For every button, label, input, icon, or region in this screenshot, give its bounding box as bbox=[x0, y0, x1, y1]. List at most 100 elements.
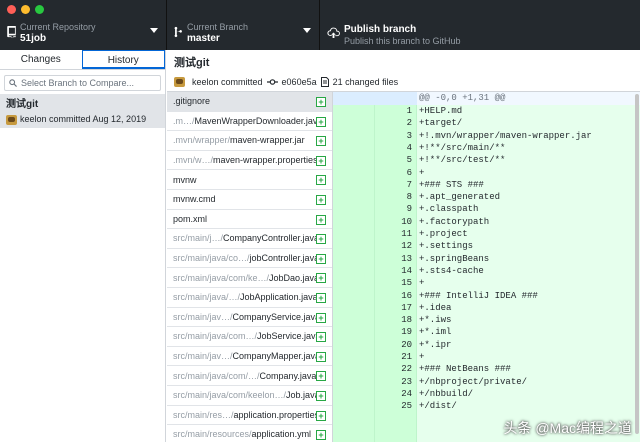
diff-line-text: +/dist/ bbox=[419, 401, 457, 412]
repo-name: 51job bbox=[20, 33, 47, 44]
diff-line[interactable]: 4 +!**/src/main/** bbox=[333, 143, 640, 155]
file-name: MavenWrapperDownloader.java bbox=[194, 115, 323, 126]
diff-line-text: +*.iml bbox=[419, 327, 452, 338]
diff-line[interactable]: 14 +.sts4-cache bbox=[333, 266, 640, 278]
changed-files-count: 21 changed files bbox=[332, 77, 399, 87]
file-name: maven-wrapper.properties bbox=[213, 155, 318, 166]
file-name: CompanyMapper.java bbox=[232, 351, 321, 362]
diff-line[interactable]: 2 +target/ bbox=[333, 118, 640, 130]
diff-line[interactable]: 24 +/nbbuild/ bbox=[333, 389, 640, 401]
file-list-item[interactable]: src/main/java/com/ke…/JobDao.java + bbox=[167, 268, 332, 288]
close-window-button[interactable] bbox=[7, 5, 16, 14]
file-added-icon: + bbox=[316, 194, 326, 205]
diff-line[interactable]: 5 +!**/src/test/** bbox=[333, 155, 640, 167]
file-directory: src/main/java/com/…/ bbox=[173, 370, 260, 381]
diff-line[interactable]: 13 +.springBeans bbox=[333, 254, 640, 266]
diff-line-text: +.springBeans bbox=[419, 253, 490, 264]
file-list-item[interactable]: src/main/java/com/keelon…/Job.java + bbox=[167, 386, 332, 406]
file-directory: src/main/resources/ bbox=[173, 429, 252, 440]
file-name: application.properties bbox=[233, 409, 320, 420]
file-list-item[interactable]: src/main/java/co…/jobController.java + bbox=[167, 249, 332, 269]
tab-changes[interactable]: Changes bbox=[0, 50, 82, 69]
file-name: mvnw.cmd bbox=[173, 194, 216, 205]
file-list-item[interactable]: src/main/resources/application.yml + bbox=[167, 425, 332, 442]
sidebar-tabs: Changes History bbox=[0, 50, 165, 70]
commit-sha[interactable]: e060e5a bbox=[282, 77, 317, 87]
file-list-item[interactable]: src/main/java/…/JobApplication.java + bbox=[167, 288, 332, 308]
file-directory: src/main/jav…/ bbox=[173, 351, 233, 362]
commit-summary-header: 测试git keelon committed e060e5a 21 change… bbox=[167, 50, 640, 92]
file-name: maven-wrapper.jar bbox=[230, 135, 305, 146]
diff-line[interactable]: 1 +HELP.md bbox=[333, 106, 640, 118]
diff-line[interactable]: 6 + bbox=[333, 168, 640, 180]
diff-line[interactable]: 11 +.project bbox=[333, 229, 640, 241]
file-list-item[interactable]: src/main/res…/application.properties + bbox=[167, 406, 332, 426]
diff-line[interactable]: 16 +### IntelliJ IDEA ### bbox=[333, 291, 640, 303]
publish-branch-button[interactable]: Publish branch Publish this branch to Gi… bbox=[320, 0, 640, 50]
file-list-item[interactable]: .gitignore + bbox=[167, 92, 332, 112]
file-list-item[interactable]: .m…/MavenWrapperDownloader.java + bbox=[167, 112, 332, 132]
file-added-icon: + bbox=[316, 155, 326, 166]
diff-line[interactable]: 22 +### NetBeans ### bbox=[333, 364, 640, 376]
file-list-item[interactable]: pom.xml + bbox=[167, 210, 332, 230]
diff-line[interactable]: 18 +*.iws bbox=[333, 315, 640, 327]
diff-line[interactable]: 9 +.classpath bbox=[333, 204, 640, 216]
app-toolbar: Current Repository 51job Current Branch … bbox=[0, 0, 640, 50]
line-number: 8 bbox=[406, 192, 412, 203]
tab-history[interactable]: History bbox=[81, 50, 165, 69]
line-number: 19 bbox=[401, 327, 412, 338]
line-number: 4 bbox=[406, 142, 412, 153]
diff-line-text: + bbox=[419, 167, 425, 178]
sidebar: Changes History 测试git keelon committed A… bbox=[0, 50, 166, 442]
line-number: 22 bbox=[401, 364, 412, 375]
diff-line[interactable]: 25 +/dist/ bbox=[333, 401, 640, 413]
diff-line[interactable]: 3 +!.mvn/wrapper/maven-wrapper.jar bbox=[333, 131, 640, 143]
diff-line[interactable]: 17 +.idea bbox=[333, 303, 640, 315]
diff-line[interactable]: 15 + bbox=[333, 278, 640, 290]
diff-line[interactable]: 23 +/nbproject/private/ bbox=[333, 377, 640, 389]
diff-line-text: +/nbproject/private/ bbox=[419, 376, 528, 387]
search-icon bbox=[9, 79, 17, 87]
file-list-item[interactable]: mvnw.cmd + bbox=[167, 190, 332, 210]
line-number: 6 bbox=[406, 167, 412, 178]
file-list-item[interactable]: src/main/jav…/CompanyService.java + bbox=[167, 308, 332, 328]
compare-branch-filter[interactable] bbox=[4, 75, 161, 91]
diff-line[interactable]: 21 + bbox=[333, 352, 640, 364]
file-list-item[interactable]: src/main/java/com/…/Company.java + bbox=[167, 366, 332, 386]
file-list-item[interactable]: mvnw + bbox=[167, 170, 332, 190]
line-number: 12 bbox=[401, 241, 412, 252]
zoom-window-button[interactable] bbox=[35, 5, 44, 14]
file-list-item[interactable]: .mvn/w…/maven-wrapper.properties + bbox=[167, 151, 332, 171]
line-number: 13 bbox=[401, 253, 412, 264]
file-directory: src/main/java/com…/ bbox=[173, 331, 258, 342]
file-directory: .mvn/wrapper/ bbox=[173, 135, 231, 146]
diff-line[interactable]: 12 +.settings bbox=[333, 241, 640, 253]
branch-label: Current Branch bbox=[187, 22, 249, 32]
diff-line[interactable]: 19 +*.iml bbox=[333, 327, 640, 339]
diff-line[interactable]: 10 +.factorypath bbox=[333, 217, 640, 229]
file-list-item[interactable]: .mvn/wrapper/maven-wrapper.jar + bbox=[167, 131, 332, 151]
line-number: 14 bbox=[401, 265, 412, 276]
line-number: 16 bbox=[401, 290, 412, 301]
current-branch-selector[interactable]: Current Branch master bbox=[167, 0, 320, 50]
file-list-item[interactable]: src/main/java/com…/JobService.java + bbox=[167, 327, 332, 347]
line-number: 17 bbox=[401, 302, 412, 313]
file-list-item[interactable]: src/main/jav…/CompanyMapper.java + bbox=[167, 347, 332, 367]
diff-line-text: +.factorypath bbox=[419, 216, 490, 227]
file-directory: src/main/java/com/keelon…/ bbox=[173, 390, 287, 401]
branch-icon bbox=[174, 26, 182, 38]
file-added-icon: + bbox=[316, 390, 326, 401]
line-number: 9 bbox=[406, 204, 412, 215]
commit-list-item[interactable]: 测试git keelon committed Aug 12, 2019 bbox=[0, 94, 165, 128]
hunk-header: @@ -0,0 +1,31 @@ bbox=[333, 92, 640, 105]
file-directory: src/main/java/com/ke…/ bbox=[173, 272, 270, 283]
compare-branch-input[interactable] bbox=[20, 78, 160, 88]
diff-line[interactable]: 8 +.apt_generated bbox=[333, 192, 640, 204]
line-number: 20 bbox=[401, 339, 412, 350]
commit-item-meta: keelon committed Aug 12, 2019 bbox=[6, 113, 159, 126]
file-name: Job.java bbox=[286, 390, 320, 401]
diff-line[interactable]: 20 +*.ipr bbox=[333, 340, 640, 352]
diff-line[interactable]: 7 +### STS ### bbox=[333, 180, 640, 192]
file-list-item[interactable]: src/main/j…/CompanyController.java + bbox=[167, 229, 332, 249]
minimize-window-button[interactable] bbox=[21, 5, 30, 14]
